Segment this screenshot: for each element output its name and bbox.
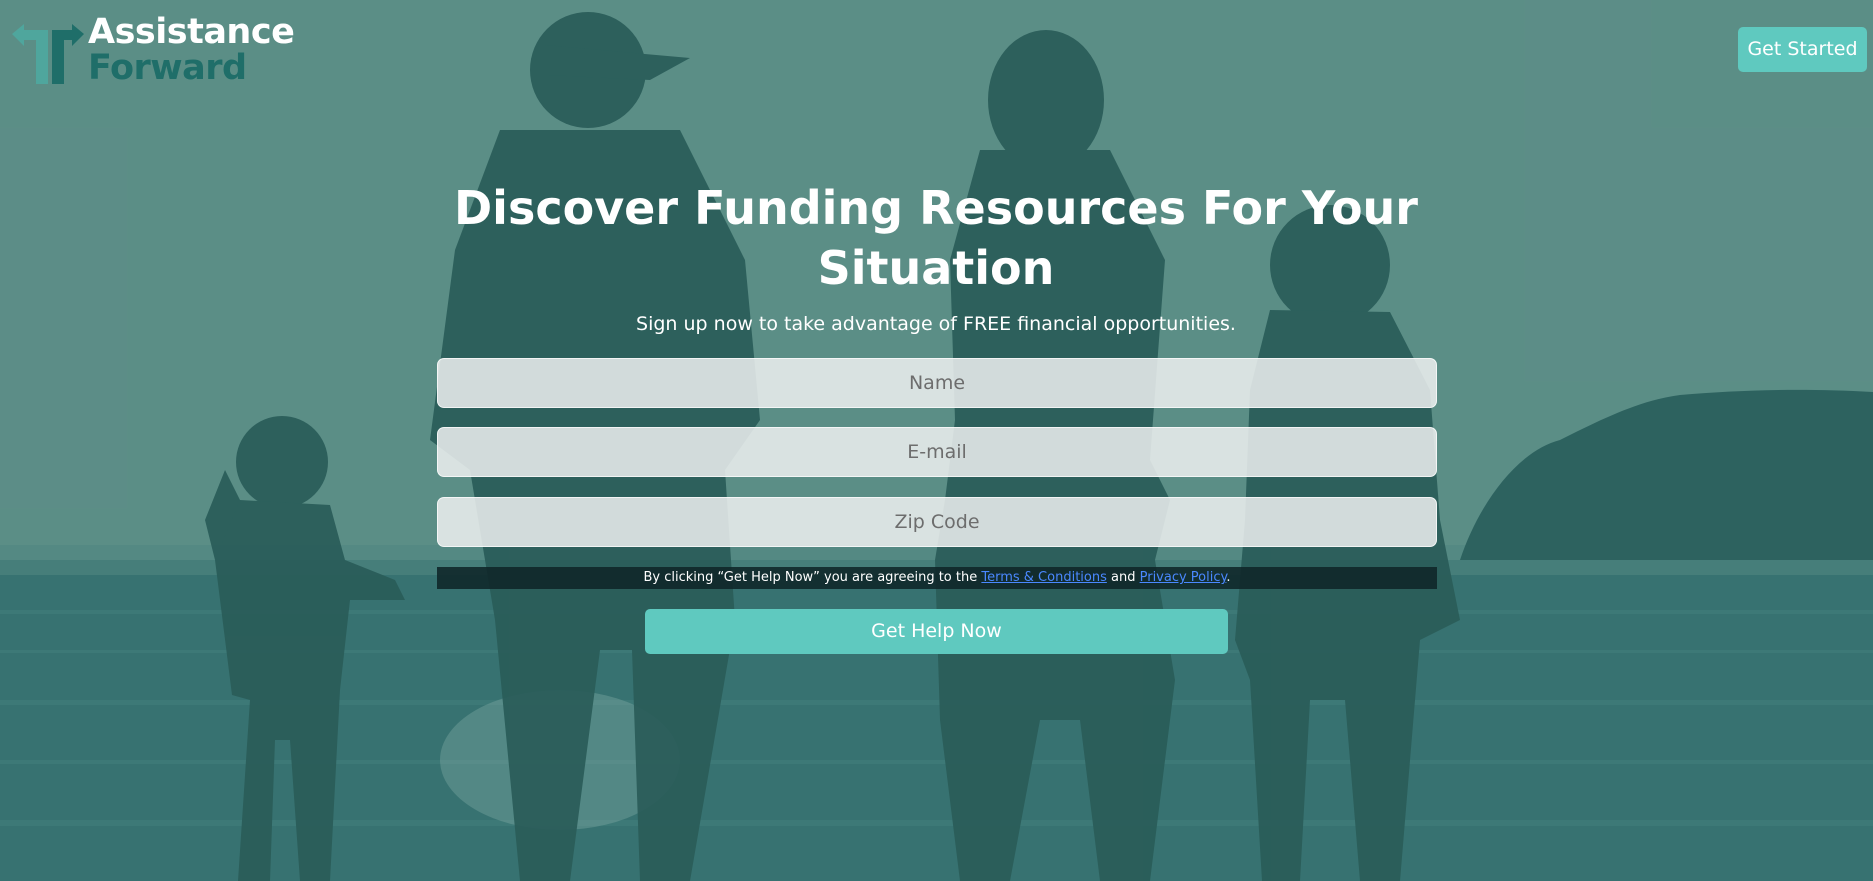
page-headline: Discover Funding Resources For Your Situ… [454, 181, 1418, 295]
terms-disclaimer: By clicking “Get Help Now” you are agree… [437, 567, 1437, 589]
disclaimer-prefix: By clicking “Get Help Now” you are agree… [643, 570, 982, 585]
page-subheading: Sign up now to take advantage of FREE fi… [636, 313, 1236, 335]
name-input[interactable] [437, 358, 1437, 408]
get-started-button[interactable]: Get Started [1738, 27, 1867, 72]
turn-arrows-icon [12, 24, 84, 84]
disclaimer-and: and [1106, 570, 1140, 585]
zip-code-input[interactable] [437, 497, 1437, 547]
logo-text-assistance: Assistance [88, 12, 295, 52]
email-input[interactable] [437, 427, 1437, 477]
disclaimer-suffix: . [1226, 570, 1231, 585]
site-logo[interactable]: Assistance Forward [8, 12, 298, 88]
get-help-now-button[interactable]: Get Help Now [645, 609, 1228, 654]
privacy-policy-link[interactable]: Privacy Policy [1140, 570, 1227, 585]
terms-conditions-link[interactable]: Terms & Conditions [981, 570, 1107, 585]
logo-text-forward: Forward [88, 48, 247, 88]
